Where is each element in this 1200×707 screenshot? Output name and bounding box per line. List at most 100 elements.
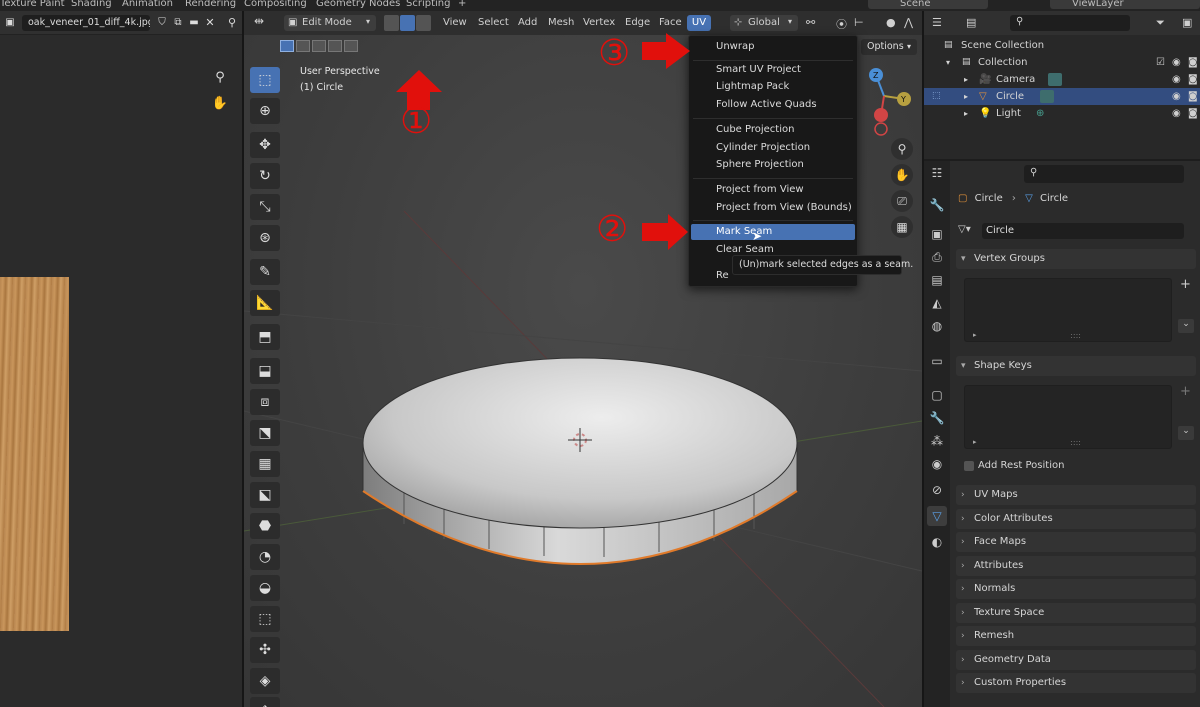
pin-icon[interactable]: ⚲: [222, 13, 242, 33]
camera-view-icon[interactable]: ⎚: [891, 190, 913, 212]
menu-item-smart-uv-project[interactable]: Smart UV Project: [691, 62, 855, 78]
panel-custom-properties[interactable]: › Custom Properties: [956, 673, 1196, 693]
menu-item-follow-active-quads[interactable]: Follow Active Quads: [691, 97, 855, 113]
add-rest-position-checkbox[interactable]: [964, 461, 974, 471]
face-select-button[interactable]: [416, 15, 431, 31]
close-image-icon[interactable]: ✕: [200, 13, 220, 33]
menu-item-cylinder-projection[interactable]: Cylinder Projection: [691, 140, 855, 156]
select-intersect-icon[interactable]: [344, 40, 358, 52]
select-new-icon[interactable]: [280, 40, 294, 52]
eye-icon[interactable]: ◉: [1172, 71, 1181, 88]
panel-vertex-groups[interactable]: ▾ Vertex Groups: [956, 249, 1196, 269]
panel-uv-maps[interactable]: › UV Maps: [956, 485, 1196, 505]
menu-select[interactable]: Select: [478, 17, 509, 28]
editor-type-icon[interactable]: ☰: [932, 16, 942, 29]
panel-attributes[interactable]: › Attributes: [956, 556, 1196, 576]
pivot-icon[interactable]: ⚯: [806, 16, 815, 29]
physics-tab-icon[interactable]: ◉: [927, 454, 947, 474]
image-name-field[interactable]: oak_veneer_01_diff_4k.jpg: [22, 15, 150, 31]
chevron-right-icon[interactable]: ▸: [964, 71, 968, 88]
menu-edge[interactable]: Edge: [625, 17, 650, 28]
menu-item-lightmap-pack[interactable]: Lightmap Pack: [691, 79, 855, 95]
rotate-tool-icon[interactable]: ↻: [250, 163, 280, 189]
shear-tool-icon[interactable]: ◈: [250, 668, 280, 694]
panel-shape-keys[interactable]: ▾ Shape Keys: [956, 356, 1196, 376]
scene-selector[interactable]: Scene: [868, 0, 988, 9]
menu-mesh[interactable]: Mesh: [548, 17, 574, 28]
outliner-row-circle[interactable]: ⬚ ▸ ▽ Circle ◉ ◙: [924, 88, 1200, 105]
add-cube-tool-icon[interactable]: ⬒: [250, 324, 280, 350]
add-shape-key-icon[interactable]: +: [1180, 384, 1191, 399]
tool-tab-icon[interactable]: 🔧: [927, 195, 947, 215]
edge-slide-tool-icon[interactable]: ⬚: [250, 606, 280, 632]
render-tab-icon[interactable]: ▣: [927, 224, 947, 244]
camera-render-icon[interactable]: ◙: [1188, 71, 1198, 88]
menu-item-cube-projection[interactable]: Cube Projection: [691, 122, 855, 138]
filter-icon[interactable]: ⏷: [1156, 16, 1165, 30]
constraints-tab-icon[interactable]: ⊘: [927, 480, 947, 500]
tab-rendering[interactable]: Rendering: [185, 0, 236, 9]
list-expand-icon[interactable]: ▸: [973, 331, 977, 339]
outliner-search-input[interactable]: ⚲: [1010, 15, 1130, 31]
tab-shading[interactable]: Shading: [71, 0, 112, 9]
transform-tool-icon[interactable]: ⊛: [250, 225, 280, 251]
camera-render-icon[interactable]: ◙: [1188, 105, 1198, 122]
editor-type-icon[interactable]: ▣: [0, 13, 20, 33]
measure-tool-icon[interactable]: 📐: [250, 290, 280, 316]
collection-tab-icon[interactable]: ▭: [927, 351, 947, 371]
eye-icon[interactable]: ◉: [1172, 88, 1181, 105]
vertex-groups-list[interactable]: ▸ ::::: [964, 278, 1172, 342]
checkbox-icon[interactable]: ☑: [1156, 54, 1165, 71]
select-invert-icon[interactable]: [328, 40, 342, 52]
menu-view[interactable]: View: [443, 17, 467, 28]
knife-tool-icon[interactable]: ⬕: [250, 482, 280, 508]
panel-color-attributes[interactable]: › Color Attributes: [956, 509, 1196, 529]
outliner-row-scene-collection[interactable]: ▤ Scene Collection: [924, 37, 1200, 54]
inset-tool-icon[interactable]: ⧈: [250, 389, 280, 415]
chevron-down-icon[interactable]: ⌄: [1178, 319, 1194, 333]
proportional-edit-icon[interactable]: ●: [886, 16, 896, 29]
menu-item-mark-seam[interactable]: Mark Seam: [691, 224, 855, 240]
panel-normals[interactable]: › Normals: [956, 579, 1196, 599]
display-mode-icon[interactable]: ▤: [966, 16, 976, 29]
navigation-gizmo[interactable]: Z Y: [869, 68, 911, 136]
shape-keys-list[interactable]: ▸ ::::: [964, 385, 1172, 449]
tab-scripting[interactable]: Scripting: [406, 0, 450, 9]
menu-face[interactable]: Face: [659, 17, 682, 28]
mesh-name-field[interactable]: Circle: [982, 223, 1184, 239]
chevron-down-icon[interactable]: ⌄: [1178, 426, 1194, 440]
new-collection-icon[interactable]: ▣: [1182, 16, 1192, 29]
scene-tab-icon[interactable]: ◭: [927, 293, 947, 313]
snap-target-icon[interactable]: ⊢: [854, 16, 864, 29]
tab-texture-paint[interactable]: Texture Paint: [0, 0, 65, 9]
pan-view-icon[interactable]: ✋: [891, 164, 913, 186]
select-box-tool-icon[interactable]: ⬚: [250, 67, 280, 93]
menu-item-sphere-projection[interactable]: Sphere Projection: [691, 157, 855, 173]
tab-compositing[interactable]: Compositing: [244, 0, 307, 9]
zoom-icon[interactable]: ⚲: [210, 68, 230, 88]
extrude-tool-icon[interactable]: ⬓: [250, 358, 280, 384]
annotate-tool-icon[interactable]: ✎: [250, 259, 280, 285]
add-workspace-button[interactable]: +: [458, 0, 466, 9]
mesh-datablock-icon[interactable]: ▽▾: [958, 224, 971, 235]
eye-icon[interactable]: ◉: [1172, 105, 1181, 122]
camera-render-icon[interactable]: ◙: [1188, 88, 1198, 105]
view-layer-tab-icon[interactable]: ▤: [927, 270, 947, 290]
editor-type-icon[interactable]: ☷: [927, 163, 947, 183]
falloff-icon[interactable]: ⋀: [904, 16, 913, 29]
panel-texture-space[interactable]: › Texture Space: [956, 603, 1196, 623]
zoom-view-icon[interactable]: ⚲: [891, 138, 913, 160]
tab-animation[interactable]: Animation: [122, 0, 173, 9]
output-tab-icon[interactable]: ⎙: [927, 247, 947, 267]
menu-item-project-from-view[interactable]: Project from View: [691, 182, 855, 198]
view-layer-selector[interactable]: ViewLayer: [1050, 0, 1200, 9]
shrink-fatten-tool-icon[interactable]: ✣: [250, 637, 280, 663]
outliner-row-collection[interactable]: ▾ ▤ Collection ☑ ◉ ◙: [924, 54, 1200, 71]
menu-item-unwrap[interactable]: Unwrap: [691, 39, 855, 55]
menu-vertex[interactable]: Vertex: [583, 17, 615, 28]
ortho-toggle-icon[interactable]: ▦: [891, 216, 913, 238]
move-tool-icon[interactable]: ✥: [250, 132, 280, 158]
menu-item-project-from-view-bounds[interactable]: Project from View (Bounds): [691, 200, 855, 216]
rip-tool-icon[interactable]: ⬗: [250, 697, 280, 707]
resize-grip-icon[interactable]: ::::: [1070, 331, 1081, 340]
